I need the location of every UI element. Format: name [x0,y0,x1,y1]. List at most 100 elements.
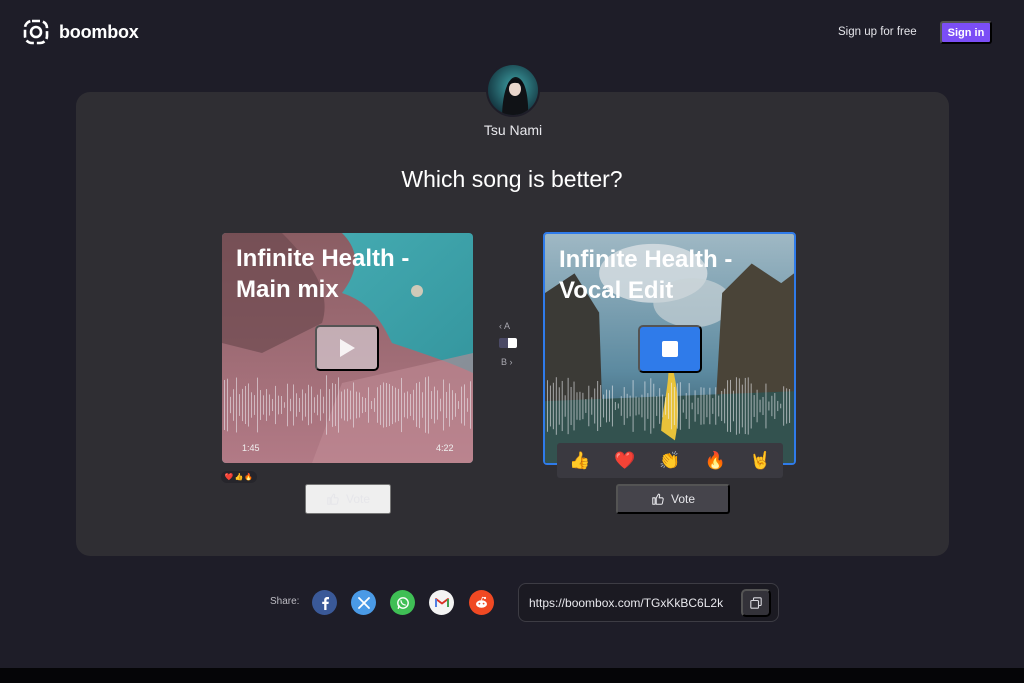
waveform-bar [464,384,465,426]
gmail-share-button[interactable] [429,590,454,615]
waveform-bar [715,387,717,425]
waveform-bar [579,391,581,421]
share-url-text[interactable]: https://boombox.com/TGxKkBC6L2k [529,596,723,610]
waveform-bar [461,386,462,424]
stop-icon [662,341,678,357]
waveform-bar [467,398,468,412]
waveform-bar [470,381,471,429]
waveform-bar [555,377,557,435]
waveform-bar [239,394,240,416]
rock-on-reaction-button[interactable]: 🤘 [750,451,771,471]
facebook-icon [321,596,329,610]
waveform-bar [395,387,396,423]
waveform-bar [632,380,634,432]
vote-button-a[interactable]: Vote [305,484,391,514]
logo[interactable]: boombox [22,18,139,46]
waveform-bar [626,393,628,419]
thumbs-up-icon [652,493,664,505]
song-card-a[interactable]: Infinite Health - Main mix 1:45 4:22 [222,233,473,463]
thumbs-up-reaction-button[interactable]: 👍 [569,451,590,471]
waveform-bar [290,398,291,412]
waveform-bar [329,389,330,421]
waveform-bar [789,389,791,423]
waveform-bar [617,403,619,409]
x-share-button[interactable] [351,590,376,615]
song-a-waveform[interactable] [222,373,473,437]
boombox-logo-icon [23,19,49,45]
waveform-bar [308,384,309,426]
waveform-bar [335,383,336,427]
fire-reaction-button[interactable]: 🔥 [705,451,726,471]
copy-icon [750,597,762,609]
waveform-bar [302,389,303,421]
play-button[interactable] [315,325,379,371]
waveform-bar [344,389,345,421]
play-icon [340,339,355,357]
avatar[interactable] [486,63,540,117]
waveform-bar [359,392,360,418]
waveform-bar [673,386,675,426]
waveform-bar [780,403,782,409]
waveform-bar [709,387,711,425]
poll-question: Which song is better? [401,166,623,192]
waveform-bar [263,395,264,415]
song-a-reaction-summary[interactable]: ❤️ 👍 🔥 [221,471,257,483]
ab-switch[interactable] [499,338,517,348]
vote-label-a: Vote [345,492,371,506]
waveform-bar [320,389,321,421]
waveform-bar [561,380,563,432]
waveform-bar [368,387,369,423]
facebook-share-button[interactable] [312,590,337,615]
waveform-bar [668,393,670,419]
share-url-field[interactable]: https://boombox.com/TGxKkBC6L2k [518,583,779,622]
waveform-bar [756,389,758,423]
gmail-icon [434,598,449,607]
toggle-a-label[interactable]: ‹ A [499,321,510,331]
signup-link[interactable]: Sign up for free [838,26,917,38]
poll-author[interactable]: Tsu Nami [440,122,586,138]
waveform-bar [311,386,312,424]
ab-toggle[interactable]: ‹ A B › [494,318,522,370]
waveform-bar [721,391,723,421]
copy-link-button[interactable] [741,589,771,617]
whatsapp-share-button[interactable] [390,590,415,615]
waveform-bar [638,397,640,415]
stop-button[interactable] [638,325,702,373]
waveform-bar [783,386,785,426]
waveform-bar [305,393,306,417]
waveform-bar [724,388,726,424]
waveform-bar [650,378,652,434]
heart-reaction-button[interactable]: ❤️ [614,451,635,471]
song-b-waveform[interactable] [545,374,794,438]
waveform-bar [380,385,381,425]
waveform-bar [741,384,743,428]
waveform-bar [275,385,276,425]
waveform-bar [245,386,246,424]
waveform-bar [281,396,282,414]
waveform-bar [278,395,279,415]
signin-button[interactable]: Sign in [940,21,992,44]
toggle-b-label[interactable]: B › [501,357,513,367]
vote-button-b[interactable]: Vote [616,484,730,514]
song-a-elapsed-time: 1:45 [242,443,260,453]
clap-reaction-button[interactable]: 👏 [659,451,680,471]
reddit-share-button[interactable] [469,590,494,615]
waveform-bar [326,375,327,435]
waveform-bar [389,383,390,427]
waveform-bar [428,376,429,434]
waveform-bar [227,378,228,432]
waveform-bar [422,392,423,418]
song-card-b[interactable]: Infinite Health - Vocal Edit [543,232,796,465]
waveform-bar [413,389,414,421]
waveform-bar [697,397,699,415]
waveform-bar [434,386,435,424]
waveform-bar [700,387,702,425]
waveform-bar [365,398,366,412]
waveform-bar [362,396,363,414]
waveform-bar [685,393,687,419]
waveform-bar [383,382,384,428]
waveform-bar [786,388,788,424]
waveform-bar [251,392,252,418]
waveform-bar [407,391,408,419]
waveform-bar [419,381,420,429]
